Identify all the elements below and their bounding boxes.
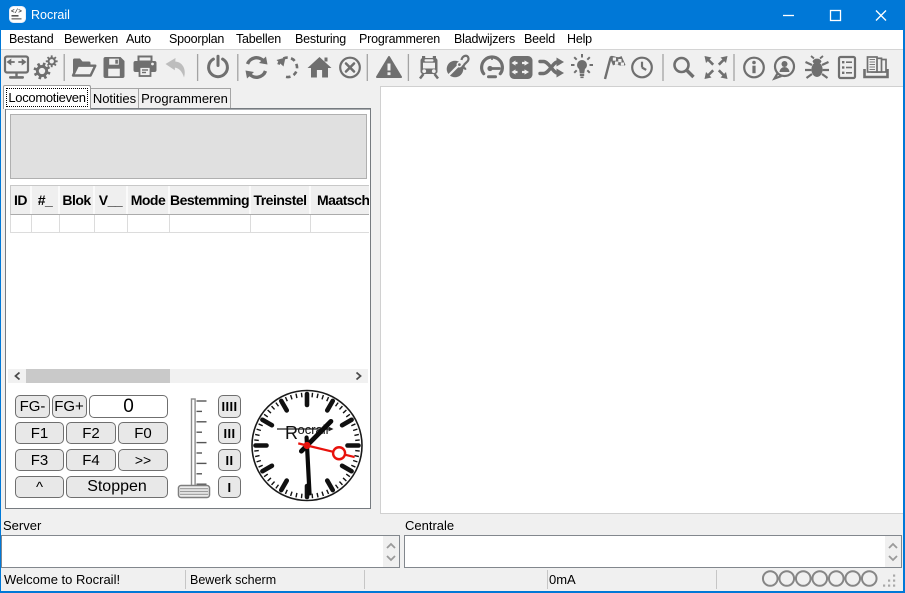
svg-text:R: R [285,423,298,443]
svg-text:</>: </> [11,8,22,15]
